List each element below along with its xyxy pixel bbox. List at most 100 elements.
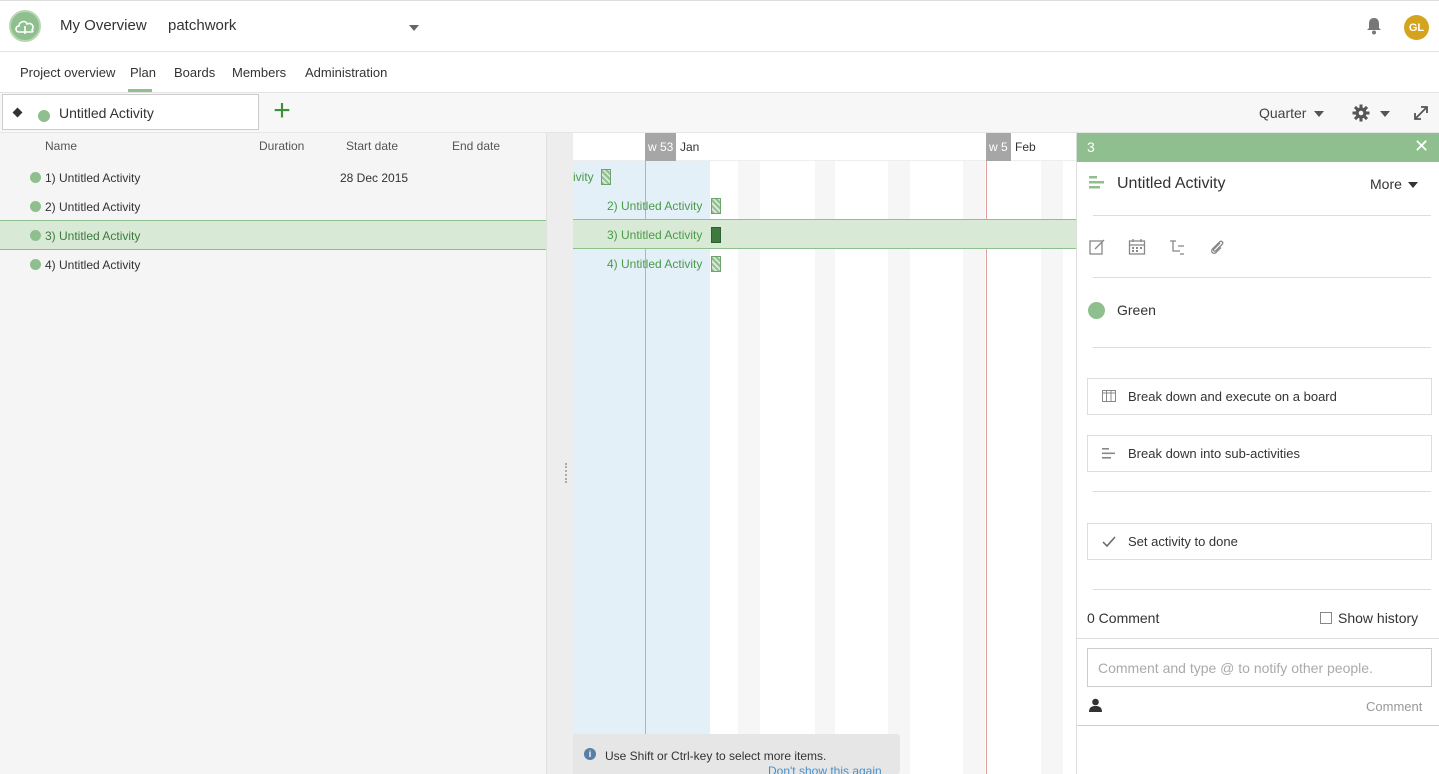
chevron-down-icon xyxy=(1314,111,1325,118)
divider xyxy=(1093,215,1431,216)
activity-detail-panel: 3 ✕ Untitled Activity More Green Break d… xyxy=(1076,133,1439,774)
show-history-label: Show history xyxy=(1338,610,1419,626)
set-done-button[interactable]: Set activity to done xyxy=(1087,523,1432,560)
timeline-header: w 53 Jan w 5 Feb xyxy=(573,133,1076,161)
week-label: w 53 xyxy=(645,133,677,161)
gantt-bar-label: 4) Untitled Activity xyxy=(607,257,703,271)
gear-icon[interactable] xyxy=(1352,104,1370,122)
user-icon xyxy=(1089,698,1102,712)
edit-icon[interactable] xyxy=(1088,238,1106,256)
panel-header: 3 ✕ xyxy=(1077,133,1439,162)
panel-title[interactable]: Untitled Activity xyxy=(1117,175,1225,193)
column-header-start-date[interactable]: Start date xyxy=(346,139,398,153)
tab-plan[interactable]: Plan xyxy=(130,65,156,80)
gantt-row[interactable]: 4) Untitled Activity xyxy=(573,249,1076,278)
gantt-row[interactable]: 2) Untitled Activity xyxy=(573,191,1076,220)
my-overview-link[interactable]: My Overview xyxy=(60,17,147,34)
zoom-label: Quarter xyxy=(1259,105,1307,121)
gantt-bar[interactable] xyxy=(601,169,611,185)
comment-field[interactable] xyxy=(1087,648,1432,687)
column-header-name[interactable]: Name xyxy=(45,139,77,153)
project-selector[interactable]: patchwork xyxy=(168,17,423,39)
status-dot-icon xyxy=(30,201,41,212)
tab-project-overview[interactable]: Project overview xyxy=(20,65,115,80)
gantt-bar[interactable] xyxy=(711,256,721,272)
column-header-duration[interactable]: Duration xyxy=(259,139,304,153)
activity-name-value: Untitled Activity xyxy=(59,105,154,121)
activity-list: Name Duration Start date End date 1) Unt… xyxy=(0,133,557,774)
activity-number: 3 xyxy=(1087,139,1095,155)
gantt-bar-label: 3) Untitled Activity xyxy=(607,228,703,242)
activity-name: 1) Untitled Activity xyxy=(45,171,141,185)
activity-name: 3) Untitled Activity xyxy=(45,229,141,243)
table-row[interactable]: 1) Untitled Activity 28 Dec 2015 xyxy=(0,163,546,192)
milestone-diamond-icon[interactable] xyxy=(12,107,23,118)
month-label: Feb xyxy=(1015,140,1036,154)
color-swatch-icon[interactable] xyxy=(1088,302,1105,319)
color-name[interactable]: Green xyxy=(1117,302,1156,318)
zoom-selector[interactable]: Quarter xyxy=(1259,105,1325,121)
activity-name-field[interactable]: Untitled Activity xyxy=(2,94,259,130)
divider xyxy=(1093,491,1431,492)
gantt-bar[interactable] xyxy=(711,227,721,243)
gantt-row-selected[interactable]: 3) Untitled Activity xyxy=(573,219,1076,249)
project-tabs: Project overview Plan Boards Members Adm… xyxy=(0,52,1439,93)
action-label: Break down into sub-activities xyxy=(1128,446,1300,461)
gantt-chart: w 53 Jan w 5 Feb ivity 2) Untitled Activ… xyxy=(573,133,1076,774)
status-dot-icon xyxy=(30,230,41,241)
divider xyxy=(1077,638,1439,639)
action-label: Set activity to done xyxy=(1128,534,1238,549)
more-label: More xyxy=(1370,176,1402,192)
divider xyxy=(1093,347,1431,348)
calendar-icon[interactable] xyxy=(1128,238,1146,256)
table-row-selected[interactable]: 3) Untitled Activity xyxy=(0,220,546,250)
tab-administration[interactable]: Administration xyxy=(305,65,387,80)
selection-hint-toast: i Use Shift or Ctrl-key to select more i… xyxy=(573,734,900,774)
divider xyxy=(1093,589,1431,590)
status-dot-icon xyxy=(30,259,41,270)
expand-icon[interactable] xyxy=(1412,104,1430,122)
avatar[interactable]: GL xyxy=(1404,15,1429,40)
add-activity-button[interactable]: + xyxy=(268,96,296,127)
divider xyxy=(1077,725,1439,726)
column-header-end-date[interactable]: End date xyxy=(452,139,500,153)
week-label: w 5 xyxy=(986,133,1011,161)
activity-bars-icon xyxy=(1089,176,1104,189)
divider xyxy=(1093,277,1431,278)
status-dot-icon xyxy=(30,172,41,183)
break-down-board-button[interactable]: Break down and execute on a board xyxy=(1087,378,1432,415)
show-history-toggle[interactable]: Show history xyxy=(1320,610,1418,626)
color-dot-icon[interactable] xyxy=(38,110,50,122)
activity-name: 4) Untitled Activity xyxy=(45,258,141,272)
table-row[interactable]: 2) Untitled Activity xyxy=(0,192,546,221)
activity-name: 2) Untitled Activity xyxy=(45,200,141,214)
month-label: Jan xyxy=(680,140,700,154)
gantt-bar[interactable] xyxy=(711,198,721,214)
dependency-icon[interactable] xyxy=(1168,238,1186,256)
drag-handle-icon[interactable] xyxy=(565,463,569,483)
show-history-checkbox[interactable] xyxy=(1320,612,1332,624)
close-icon[interactable]: ✕ xyxy=(1414,136,1429,157)
info-icon: i xyxy=(584,748,596,760)
attachment-icon[interactable] xyxy=(1208,238,1226,256)
active-tab-indicator xyxy=(128,89,152,92)
gantt-bar-label: 2) Untitled Activity xyxy=(607,199,703,213)
gantt-row[interactable]: ivity xyxy=(573,162,1076,191)
break-down-sub-activities-button[interactable]: Break down into sub-activities xyxy=(1087,435,1432,472)
dont-show-again-link[interactable]: Don't show this again xyxy=(768,764,882,774)
checkmark-icon xyxy=(1102,536,1116,548)
comment-input[interactable] xyxy=(1088,649,1431,686)
comment-submit-button[interactable]: Comment xyxy=(1366,699,1422,714)
table-row[interactable]: 4) Untitled Activity xyxy=(0,250,546,279)
chevron-down-icon[interactable] xyxy=(1380,111,1390,117)
top-bar: My Overview patchwork GL xyxy=(0,0,1439,52)
chevron-down-icon xyxy=(1407,182,1418,189)
action-label: Break down and execute on a board xyxy=(1128,389,1337,404)
chevron-down-icon xyxy=(409,25,419,31)
tab-boards[interactable]: Boards xyxy=(174,65,215,80)
more-menu[interactable]: More xyxy=(1370,176,1418,192)
tab-members[interactable]: Members xyxy=(232,65,286,80)
app-logo-cloud-icon[interactable] xyxy=(9,10,41,42)
bell-icon[interactable] xyxy=(1366,17,1382,35)
pane-splitter[interactable] xyxy=(546,133,573,774)
